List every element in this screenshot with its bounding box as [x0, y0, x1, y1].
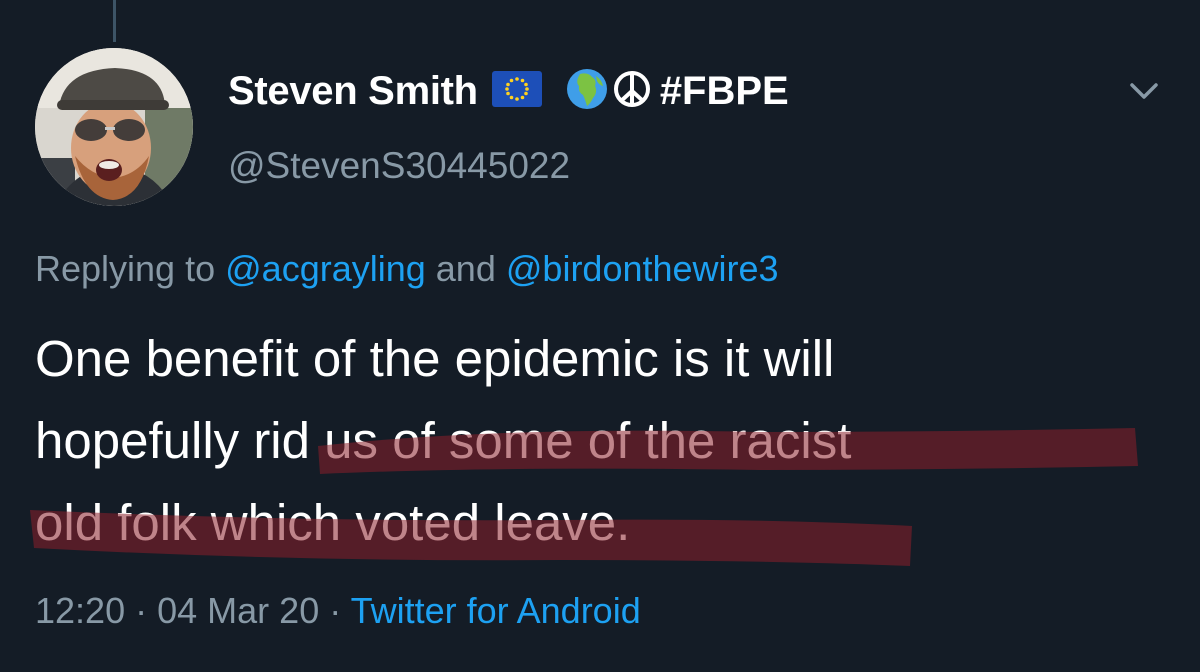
tweet-meta: 12:20 · 04 Mar 20 · Twitter for Android: [35, 590, 641, 632]
tweet-text-line: One benefit of the epidemic is it will: [35, 330, 835, 387]
display-name[interactable]: Steven Smith: [228, 69, 478, 114]
mention-link-1[interactable]: @acgrayling: [225, 248, 426, 289]
thread-connector-line: [113, 0, 116, 42]
tweet-time[interactable]: 12:20: [35, 590, 125, 631]
eu-flag-icon: [491, 71, 542, 112]
meta-separator: ·: [135, 590, 148, 631]
chevron-down-icon[interactable]: [1126, 76, 1162, 106]
user-handle[interactable]: @StevenS30445022: [228, 145, 570, 187]
tweet-source-link[interactable]: Twitter for Android: [351, 590, 641, 631]
tweet-date[interactable]: 04 Mar 20: [157, 590, 319, 631]
tweet-text-line: hopefully rid us of some of the racist: [35, 400, 1175, 482]
name-hashtag: #FBPE: [659, 69, 789, 113]
tweet-text: One benefit of the epidemic is it will h…: [35, 318, 1175, 564]
meta-separator: ·: [329, 590, 342, 631]
tweet-text-highlighted: rid us of some of the racist: [253, 412, 852, 469]
peace-sign-icon: [612, 69, 652, 114]
reply-conjunction: and: [435, 248, 496, 289]
tweet-screenshot: Steven Smith #FBPE @StevenS30445022 Repl…: [0, 0, 1200, 672]
avatar[interactable]: [35, 48, 193, 206]
tweet-header: Steven Smith #FBPE: [228, 68, 789, 115]
reply-context: Replying to @acgrayling and @birdonthewi…: [35, 248, 779, 290]
reply-prefix: Replying to: [35, 248, 216, 289]
globe-africa-icon: [566, 68, 608, 115]
tweet-text-plain: hopefully: [35, 412, 254, 469]
mention-link-2[interactable]: @birdonthewire3: [506, 248, 779, 289]
tweet-text-line: old folk which voted leave.: [35, 494, 631, 551]
